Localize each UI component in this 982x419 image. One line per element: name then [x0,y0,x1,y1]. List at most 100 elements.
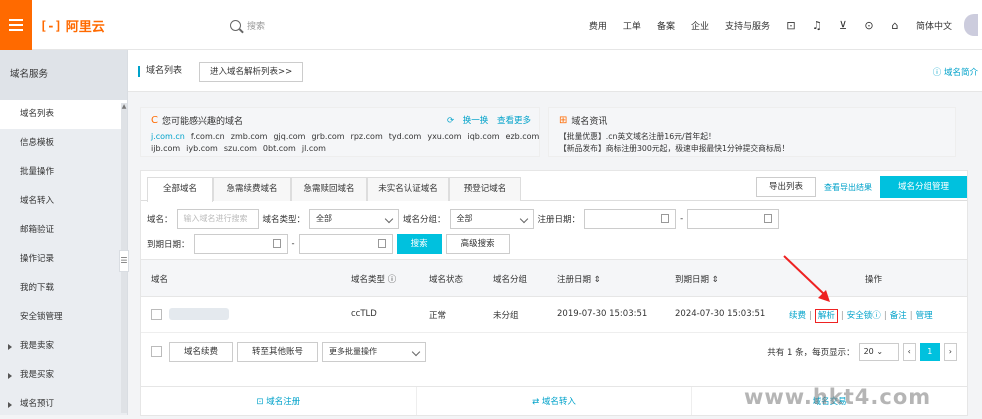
select-all-checkbox[interactable] [151,346,162,357]
ops-divider: | [909,311,913,321]
type-select[interactable]: 全部 [309,209,400,229]
news-title-text: 域名资讯 [571,117,608,127]
sidebar-item-buyer[interactable]: 我是买家 [0,361,127,390]
nav-fees[interactable]: 费用 [581,19,615,32]
domain-filter-label: 域名： [147,215,173,225]
domain-search-input[interactable]: 输入域名进行搜索 [176,209,259,229]
col-type-label: 域名类型 [351,275,386,285]
sidebar-item-email-verify[interactable]: 邮箱验证 [0,216,127,245]
terminal-icon[interactable]: ⊡ [778,19,804,32]
interest-domain[interactable]: rpz.com [351,132,383,141]
tab-redeem-urgent[interactable]: 急需赎回域名 [291,177,367,201]
sidebar-item-downloads[interactable]: 我的下载 [0,274,127,303]
col-reg-date[interactable]: 注册日期 ⇕ [557,273,601,285]
group-manage-button[interactable]: 域名分组管理 [879,176,967,198]
global-search[interactable]: 搜索 [230,14,430,36]
shortcut-register[interactable]: ⊡ 域名注册 [141,387,417,415]
cart-icon[interactable]: ⊻ [830,19,856,32]
row-checkbox[interactable] [151,309,162,320]
hamburger-menu-icon[interactable] [0,0,32,50]
export-list-button[interactable]: 导出列表 [755,177,816,197]
nav-ticket[interactable]: 工单 [615,19,649,32]
batch-renew-button[interactable]: 域名续费 [169,342,234,362]
security-lock-link[interactable]: 安全锁 [847,311,873,321]
avatar[interactable] [964,14,978,36]
interest-domain[interactable]: tyd.com [389,132,422,141]
interest-domain[interactable]: szu.com [224,144,257,153]
prev-page-icon[interactable]: ‹ [902,343,916,361]
see-more-link[interactable]: 查看更多 [497,116,531,126]
reg-date-end-input[interactable] [687,209,780,229]
domain-name-redacted[interactable] [169,308,229,320]
search-button[interactable]: 搜索 [396,234,442,254]
tab-unverified[interactable]: 未实名认证域名 [367,177,449,201]
more-batch-ops-select[interactable]: 更多批量操作 [322,342,427,362]
sidebar-item-info-template[interactable]: 信息模板 [0,129,127,158]
shortcut-register-label: 域名注册 [266,397,301,407]
export-result-link[interactable]: 查看导出结果 [824,182,872,193]
expire-date-start-input[interactable] [193,234,288,254]
interest-domain[interactable]: iqb.com [468,132,500,141]
refresh-label: 换一换 [462,116,489,126]
group-select[interactable]: 全部 [449,209,534,229]
col-expire-date[interactable]: 到期日期 ⇕ [675,273,719,285]
interest-domain[interactable]: f.com.cn [191,132,225,141]
bell-icon[interactable]: ♫ [804,19,830,32]
interest-domain[interactable]: ezb.com [506,132,540,141]
news-item[interactable]: 【批量优惠】.cn英文域名注册16元/首年起！ [559,131,945,143]
batch-action-bar: 域名续费 转至其他账号 更多批量操作 共有 1 条，每页显示： 20 ⌄ ‹ 1… [141,335,967,369]
home-icon[interactable]: ⌂ [882,19,908,32]
tab-actions: 导出列表 查看导出结果 域名分组管理 [755,176,967,198]
sidebar-item-batch-ops[interactable]: 批量操作 [0,158,127,187]
aliyun-logo[interactable]: [-] 阿里云 [40,16,105,36]
lang-switch[interactable]: 简体中文 [908,19,960,32]
dns-resolve-link[interactable]: 解析 [814,309,838,323]
interest-domain[interactable]: j.com.cn [151,132,185,141]
transfer-account-button[interactable]: 转至其他账号 [237,342,319,362]
cell-type: ccTLD [351,309,377,319]
sidebar-item-domain-list[interactable]: 域名列表 [0,100,127,129]
help-icon[interactable]: ⓘ [388,275,397,285]
remark-link[interactable]: 备注 [890,311,907,321]
tab-renew-urgent[interactable]: 急需续费域名 [213,177,291,201]
advanced-search-button[interactable]: 高级搜索 [445,234,510,254]
renew-link[interactable]: 续费 [789,311,806,321]
sidebar-item-transfer-in[interactable]: 域名转入 [0,187,127,216]
interest-domain[interactable]: grb.com [311,132,344,141]
tab-preregistered[interactable]: 预登记域名 [449,177,521,201]
date-dash: - [291,239,295,249]
page-size-select[interactable]: 20 ⌄ [858,343,899,361]
help-icon[interactable]: ⊙ [856,19,882,32]
interest-domain[interactable]: ijb.com [151,144,180,153]
shortcut-transfer-in[interactable]: ⇄ 域名转入 [417,387,693,415]
interest-domain[interactable]: gjq.com [273,132,305,141]
nav-support[interactable]: 支持与服务 [717,19,778,32]
domain-intro-link[interactable]: ⓘ 域名简介 [933,66,978,78]
page-number-current[interactable]: 1 [919,343,940,361]
col-group: 域名分组 [493,275,528,285]
interest-domain[interactable]: 0bt.com [263,144,296,153]
interest-domain[interactable]: jl.com [302,144,326,153]
row-ops: 续费 | 解析 | 安全锁ⓘ | 备注 | 管理 [789,309,933,323]
refresh-link[interactable]: ⟳ 换一换 [447,116,488,126]
news-item[interactable]: 【新品发布】商标注册300元起，极速申报最快1分钟提交商标局！ [559,143,945,155]
sidebar-item-seller[interactable]: 我是卖家 [0,332,127,361]
lightbulb-icon: C [151,115,158,126]
sidebar-item-op-log[interactable]: 操作记录 [0,245,127,274]
interest-domain[interactable]: zmb.com [231,132,268,141]
ops-divider: | [840,311,844,321]
nav-icp[interactable]: 备案 [649,19,683,32]
enter-dns-list-button[interactable]: 进入域名解析列表>> [199,62,304,82]
interest-domain[interactable]: yxu.com [427,132,461,141]
sidebar-item-security-lock[interactable]: 安全锁管理 [0,303,127,332]
help-icon[interactable]: ⓘ [872,311,881,321]
nav-enterprise[interactable]: 企业 [683,19,717,32]
scroll-up-icon[interactable]: ▲ [121,104,127,110]
interest-domain[interactable]: iyb.com [186,144,218,153]
expire-date-end-input[interactable] [298,234,393,254]
reg-date-start-input[interactable] [584,209,677,229]
next-page-icon[interactable]: › [943,343,957,361]
manage-link[interactable]: 管理 [916,311,933,321]
page-title: 域名列表 [138,66,182,77]
tab-all[interactable]: 全部域名 [147,177,213,202]
